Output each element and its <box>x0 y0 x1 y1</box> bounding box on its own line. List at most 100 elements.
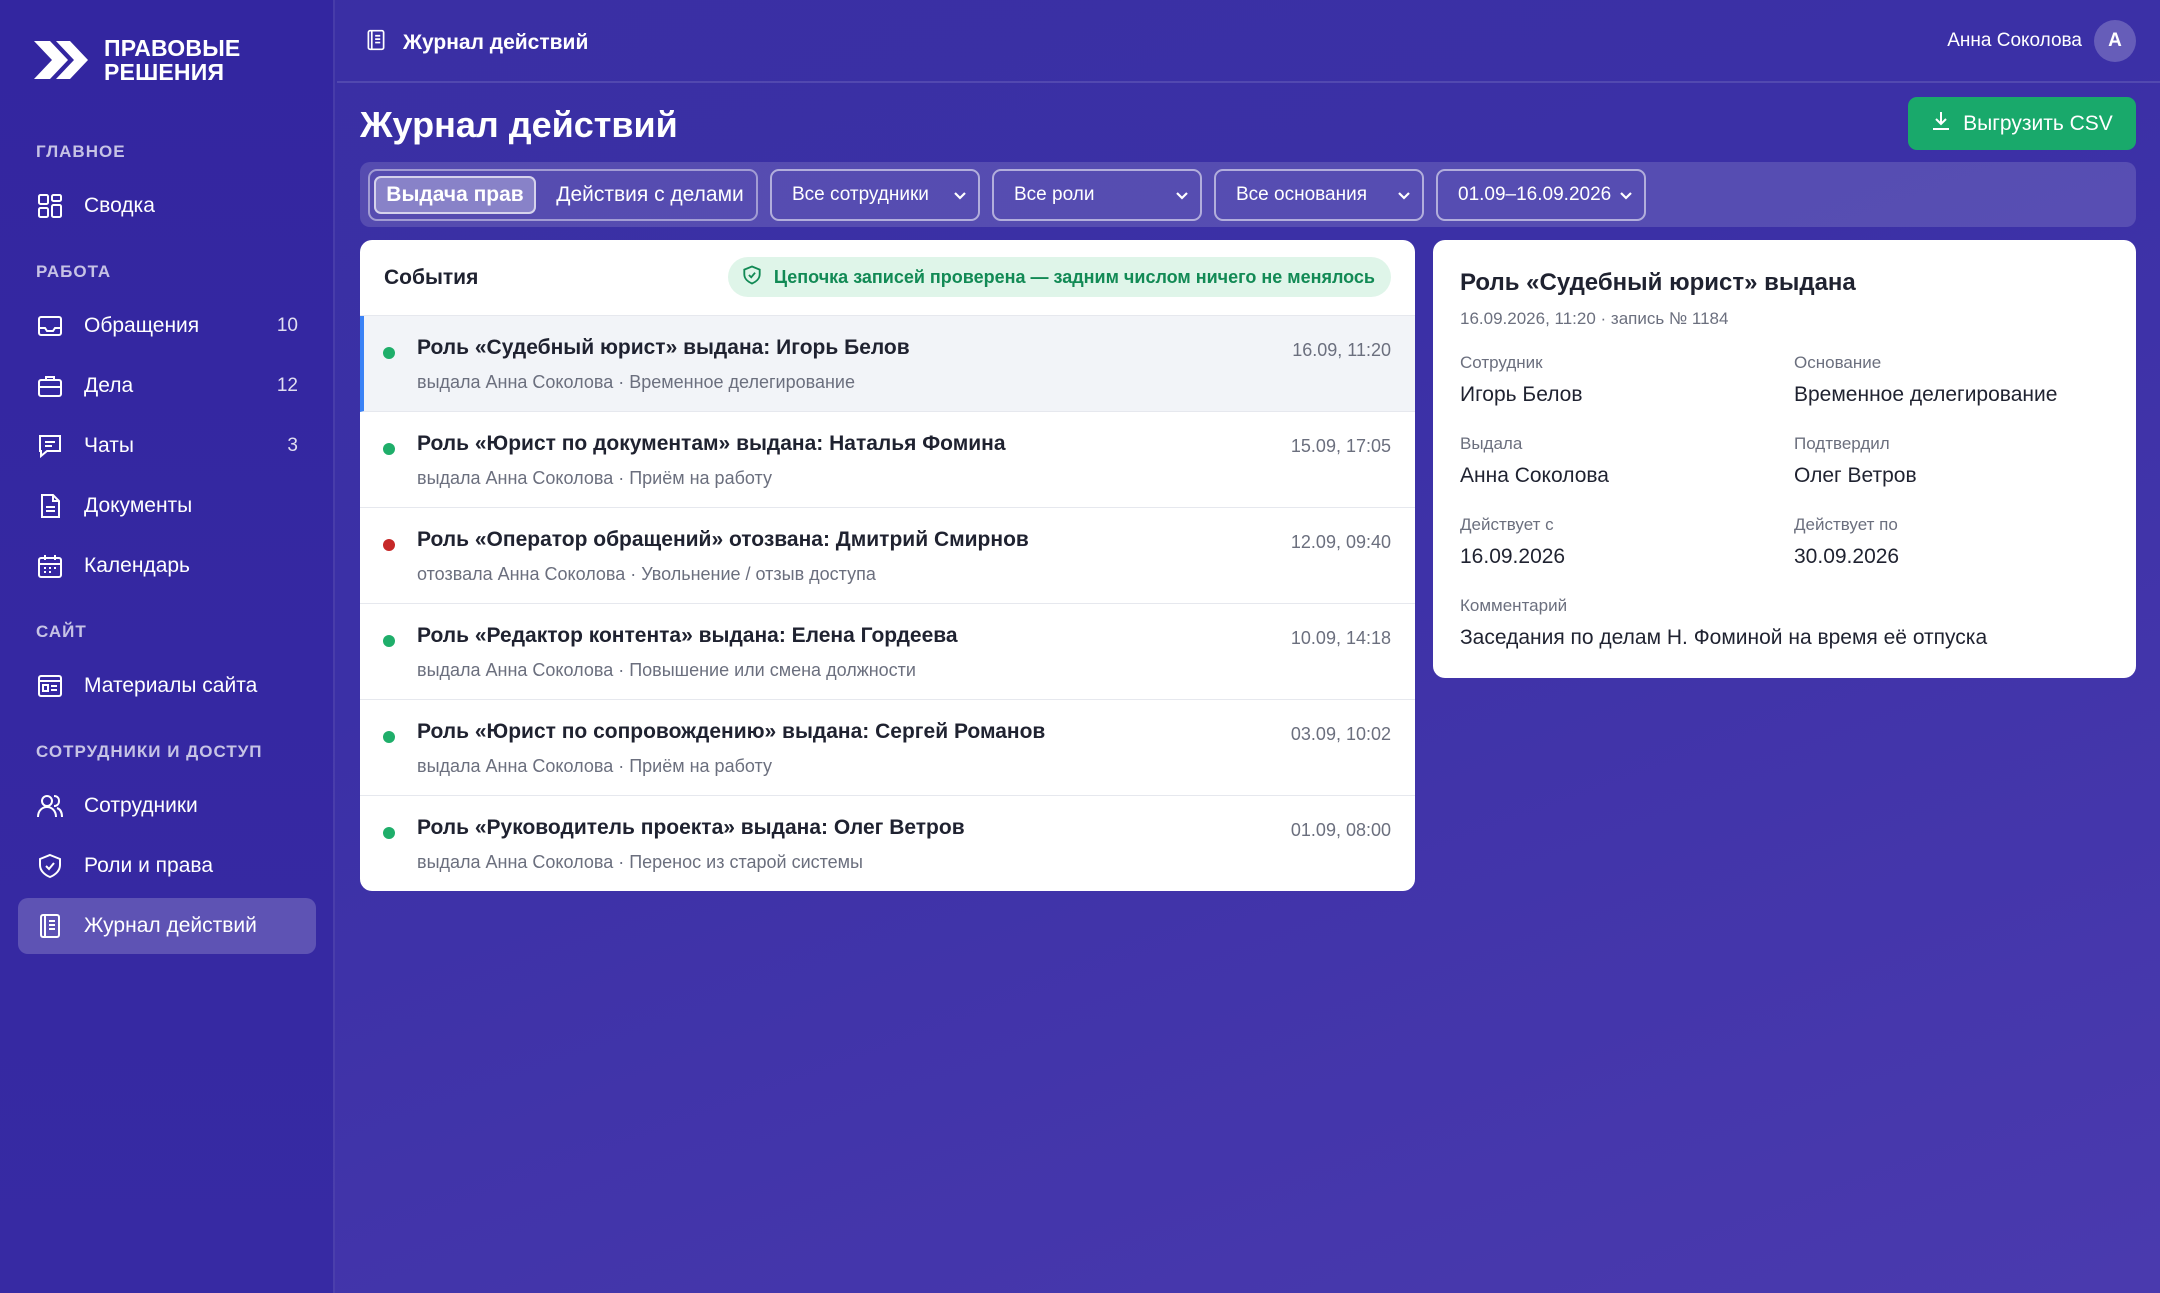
reason-select-value: Все основания <box>1236 184 1367 205</box>
chevron-down-icon <box>1618 187 1634 209</box>
sidebar-item-requests[interactable]: Обращения 10 <box>18 298 316 354</box>
status-dot-granted <box>383 443 395 455</box>
event-title: Роль «Юрист по документам» выдана: Натал… <box>417 432 1006 455</box>
dashboard-icon <box>36 192 64 220</box>
sidebar-item-label: Документы <box>84 494 193 517</box>
detail-approved-by-label: Подтвердил <box>1794 434 1890 453</box>
status-dot-granted <box>383 731 395 743</box>
event-row[interactable]: Роль «Руководитель проекта» выдана: Олег… <box>360 796 1415 891</box>
page-title: Журнал действий <box>360 104 678 145</box>
sidebar-item-calendar[interactable]: Календарь <box>18 538 316 594</box>
event-subtitle: выдала Анна Соколова · Приём на работу <box>417 756 772 776</box>
employee-select-value: Все сотрудники <box>792 184 929 205</box>
logo-chevrons-icon <box>32 37 90 83</box>
inbox-icon <box>36 312 64 340</box>
tab-rights-issuance[interactable]: Выдача прав <box>374 176 536 214</box>
sidebar: ПРАВОВЫЕ РЕШЕНИЯ ГЛАВНОЕ Сводка РАБОТА О… <box>0 0 335 1293</box>
employee-select[interactable]: Все сотрудники <box>770 169 980 221</box>
chain-verified-text: Цепочка записей проверена — задним число… <box>773 266 1375 287</box>
chats-count: 3 <box>287 435 298 456</box>
events-title: События <box>384 266 479 289</box>
nav-section-staff-access: СОТРУДНИКИ И ДОСТУП <box>36 742 263 761</box>
events-header: События Цепочка записей проверена — задн… <box>360 240 1415 316</box>
sidebar-item-label: Сводка <box>84 194 155 217</box>
sidebar-item-documents[interactable]: Документы <box>18 478 316 534</box>
chevron-down-icon <box>1396 187 1412 209</box>
event-detail-panel: Роль «Судебный юрист» выдана 16.09.2026,… <box>1433 240 2136 678</box>
detail-valid-to: 30.09.2026 <box>1794 545 1900 568</box>
detail-valid-from-label: Действует с <box>1460 515 1554 534</box>
logo-line2: РЕШЕНИЯ <box>104 59 225 85</box>
detail-title: Роль «Судебный юрист» выдана <box>1460 269 1856 296</box>
logo-line1: ПРАВОВЫЕ <box>104 35 241 61</box>
calendar-icon <box>36 552 64 580</box>
view-switch: Выдача прав Действия с делами <box>368 169 758 221</box>
status-dot-granted <box>383 635 395 647</box>
detail-issued-by: Анна Соколова <box>1460 464 1609 487</box>
user-menu[interactable]: Анна Соколова А <box>1947 20 2136 62</box>
sidebar-item-journal[interactable]: Журнал действий <box>18 898 316 954</box>
event-row[interactable]: Роль «Юрист по сопровождению» выдана: Се… <box>360 700 1415 796</box>
event-time: 03.09, 10:02 <box>1290 724 1391 744</box>
event-row[interactable]: Роль «Судебный юрист» выдана: Игорь Бело… <box>360 316 1415 412</box>
journal-icon <box>365 28 387 58</box>
sidebar-item-label: Дела <box>84 374 134 397</box>
event-title: Роль «Редактор контента» выдана: Елена Г… <box>417 624 958 647</box>
avatar[interactable]: А <box>2094 20 2136 62</box>
briefcase-icon <box>36 372 64 400</box>
event-time: 15.09, 17:05 <box>1290 436 1391 456</box>
event-title: Роль «Судебный юрист» выдана: Игорь Бело… <box>417 336 910 359</box>
sidebar-item-dashboard[interactable]: Сводка <box>18 178 316 234</box>
detail-employee-label: Сотрудник <box>1460 353 1543 372</box>
shield-check-icon <box>742 265 762 290</box>
sidebar-item-label: Журнал действий <box>84 914 257 937</box>
event-title: Роль «Юрист по сопровождению» выдана: Се… <box>417 720 1046 743</box>
chevron-down-icon <box>1174 187 1190 209</box>
events-panel: События Цепочка записей проверена — задн… <box>360 240 1415 891</box>
event-row[interactable]: Роль «Редактор контента» выдана: Елена Г… <box>360 604 1415 700</box>
nav-section-main: ГЛАВНОЕ <box>36 142 126 161</box>
sidebar-item-label: Сотрудники <box>84 794 198 817</box>
tab-case-actions[interactable]: Действия с делами <box>546 176 754 214</box>
chain-verified-badge: Цепочка записей проверена — задним число… <box>727 257 1391 297</box>
filter-bar: Выдача прав Действия с делами Все сотруд… <box>360 162 2136 227</box>
event-subtitle: выдала Анна Соколова · Временное делегир… <box>417 372 855 392</box>
export-csv-button[interactable]: Выгрузить CSV <box>1908 97 2136 150</box>
event-subtitle: выдала Анна Соколова · Перенос из старой… <box>417 852 863 872</box>
document-icon <box>36 492 64 520</box>
detail-comment: Заседания по делам Н. Фоминой на время е… <box>1460 626 1988 649</box>
detail-meta: 16.09.2026, 11:20 · запись № 1184 <box>1460 309 1729 328</box>
event-time: 12.09, 09:40 <box>1290 532 1391 552</box>
requests-count: 10 <box>276 315 298 336</box>
sidebar-item-employees[interactable]: Сотрудники <box>18 778 316 834</box>
sidebar-item-site-materials[interactable]: Материалы сайта <box>18 658 316 714</box>
detail-valid-to-label: Действует по <box>1794 515 1898 534</box>
event-subtitle: выдала Анна Соколова · Приём на работу <box>417 468 772 488</box>
reason-select[interactable]: Все основания <box>1214 169 1424 221</box>
status-dot-granted <box>383 827 395 839</box>
logo[interactable]: ПРАВОВЫЕ РЕШЕНИЯ <box>32 36 240 84</box>
event-row[interactable]: Роль «Юрист по документам» выдана: Натал… <box>360 412 1415 508</box>
nav-section-site: САЙТ <box>36 622 87 641</box>
export-csv-label: Выгрузить CSV <box>1963 111 2113 135</box>
users-icon <box>36 792 64 820</box>
chat-icon <box>36 432 64 460</box>
event-time: 16.09, 11:20 <box>1292 340 1391 360</box>
event-subtitle: выдала Анна Соколова · Повышение или сме… <box>417 660 916 680</box>
sidebar-item-cases[interactable]: Дела 12 <box>18 358 316 414</box>
site-materials-icon <box>36 672 64 700</box>
sidebar-item-label: Материалы сайта <box>84 674 258 697</box>
event-row[interactable]: Роль «Оператор обращений» отозвана: Дмит… <box>360 508 1415 604</box>
role-select[interactable]: Все роли <box>992 169 1202 221</box>
topbar-title: Журнал действий <box>365 28 588 58</box>
role-select-value: Все роли <box>1014 184 1095 205</box>
sidebar-item-chats[interactable]: Чаты 3 <box>18 418 316 474</box>
shield-icon <box>36 852 64 880</box>
period-select[interactable]: 01.09–16.09.2026 <box>1436 169 1646 221</box>
cases-count: 12 <box>276 375 298 396</box>
event-time: 10.09, 14:18 <box>1290 628 1391 648</box>
detail-comment-label: Комментарий <box>1460 596 1568 615</box>
detail-issued-by-label: Выдала <box>1460 434 1523 453</box>
detail-reason: Временное делегирование <box>1794 383 2058 406</box>
sidebar-item-roles[interactable]: Роли и права <box>18 838 316 894</box>
